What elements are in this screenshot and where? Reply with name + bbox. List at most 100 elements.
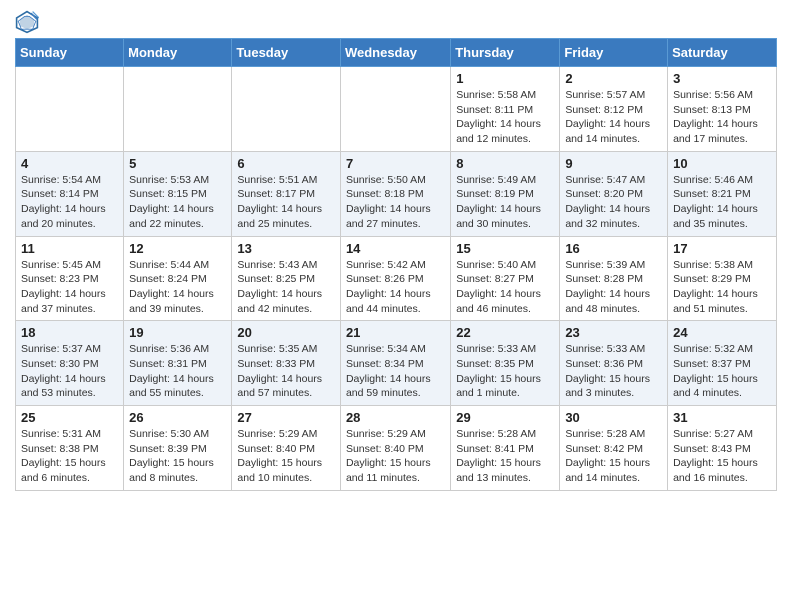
day-number: 14 <box>346 241 445 256</box>
calendar-cell: 11Sunrise: 5:45 AM Sunset: 8:23 PM Dayli… <box>16 236 124 321</box>
day-info: Sunrise: 5:49 AM Sunset: 8:19 PM Dayligh… <box>456 173 554 232</box>
day-info: Sunrise: 5:43 AM Sunset: 8:25 PM Dayligh… <box>237 258 335 317</box>
day-info: Sunrise: 5:45 AM Sunset: 8:23 PM Dayligh… <box>21 258 118 317</box>
day-number: 3 <box>673 71 771 86</box>
day-number: 19 <box>129 325 226 340</box>
calendar-cell: 30Sunrise: 5:28 AM Sunset: 8:42 PM Dayli… <box>560 406 668 491</box>
day-number: 28 <box>346 410 445 425</box>
day-number: 25 <box>21 410 118 425</box>
page-container: SundayMondayTuesdayWednesdayThursdayFrid… <box>0 0 792 506</box>
calendar-cell <box>16 67 124 152</box>
day-info: Sunrise: 5:30 AM Sunset: 8:39 PM Dayligh… <box>129 427 226 486</box>
day-number: 15 <box>456 241 554 256</box>
day-number: 29 <box>456 410 554 425</box>
calendar-week-2: 4 Sunrise: 5:54 AM Sunset: 8:14 PM Daylig… <box>16 151 777 236</box>
day-info: Sunrise: 5:50 AM Sunset: 8:18 PM Dayligh… <box>346 173 445 232</box>
logo-icon <box>15 10 39 34</box>
logo <box>15 10 43 34</box>
day-info: Sunrise: 5:35 AM Sunset: 8:33 PM Dayligh… <box>237 342 335 401</box>
day-number: 4 <box>21 156 118 171</box>
calendar-cell: 3 Sunrise: 5:56 AM Sunset: 8:13 PM Daylig… <box>668 67 777 152</box>
calendar-cell: 20 Sunrise: 5:35 AM Sunset: 8:33 PM Dayli… <box>232 321 341 406</box>
day-number: 6 <box>237 156 335 171</box>
day-info: Sunrise: 5:33 AM Sunset: 8:36 PM Dayligh… <box>565 342 662 401</box>
calendar-cell: 16 Sunrise: 5:39 AM Sunset: 8:28 PM Dayli… <box>560 236 668 321</box>
day-number: 16 <box>565 241 662 256</box>
calendar-cell: 5 Sunrise: 5:53 AM Sunset: 8:15 PM Daylig… <box>124 151 232 236</box>
header <box>15 10 777 34</box>
calendar-cell: 24 Sunrise: 5:32 AM Sunset: 8:37 PM Dayli… <box>668 321 777 406</box>
column-header-sunday: Sunday <box>16 39 124 67</box>
calendar-cell: 10 Sunrise: 5:46 AM Sunset: 8:21 PM Dayli… <box>668 151 777 236</box>
calendar-cell: 9Sunrise: 5:47 AM Sunset: 8:20 PM Daylig… <box>560 151 668 236</box>
day-info: Sunrise: 5:36 AM Sunset: 8:31 PM Dayligh… <box>129 342 226 401</box>
calendar-cell: 21 Sunrise: 5:34 AM Sunset: 8:34 PM Dayli… <box>340 321 450 406</box>
calendar-cell: 22 Sunrise: 5:33 AM Sunset: 8:35 PM Dayli… <box>451 321 560 406</box>
calendar-cell: 12 Sunrise: 5:44 AM Sunset: 8:24 PM Dayli… <box>124 236 232 321</box>
day-number: 2 <box>565 71 662 86</box>
day-number: 17 <box>673 241 771 256</box>
day-number: 22 <box>456 325 554 340</box>
column-header-tuesday: Tuesday <box>232 39 341 67</box>
day-info: Sunrise: 5:58 AM Sunset: 8:11 PM Dayligh… <box>456 88 554 147</box>
calendar-cell: 6 Sunrise: 5:51 AM Sunset: 8:17 PM Daylig… <box>232 151 341 236</box>
calendar-week-4: 18 Sunrise: 5:37 AM Sunset: 8:30 PM Dayli… <box>16 321 777 406</box>
day-number: 23 <box>565 325 662 340</box>
day-info: Sunrise: 5:46 AM Sunset: 8:21 PM Dayligh… <box>673 173 771 232</box>
day-number: 7 <box>346 156 445 171</box>
calendar-week-3: 11Sunrise: 5:45 AM Sunset: 8:23 PM Dayli… <box>16 236 777 321</box>
day-info: Sunrise: 5:53 AM Sunset: 8:15 PM Dayligh… <box>129 173 226 232</box>
day-number: 27 <box>237 410 335 425</box>
day-number: 5 <box>129 156 226 171</box>
day-info: Sunrise: 5:51 AM Sunset: 8:17 PM Dayligh… <box>237 173 335 232</box>
day-info: Sunrise: 5:44 AM Sunset: 8:24 PM Dayligh… <box>129 258 226 317</box>
calendar-cell: 2 Sunrise: 5:57 AM Sunset: 8:12 PM Daylig… <box>560 67 668 152</box>
calendar-week-5: 25 Sunrise: 5:31 AM Sunset: 8:38 PM Dayli… <box>16 406 777 491</box>
calendar-cell: 14 Sunrise: 5:42 AM Sunset: 8:26 PM Dayli… <box>340 236 450 321</box>
column-header-saturday: Saturday <box>668 39 777 67</box>
day-number: 10 <box>673 156 771 171</box>
calendar-cell: 18 Sunrise: 5:37 AM Sunset: 8:30 PM Dayli… <box>16 321 124 406</box>
calendar-cell <box>340 67 450 152</box>
day-number: 8 <box>456 156 554 171</box>
day-info: Sunrise: 5:29 AM Sunset: 8:40 PM Dayligh… <box>237 427 335 486</box>
day-number: 18 <box>21 325 118 340</box>
calendar-cell: 27 Sunrise: 5:29 AM Sunset: 8:40 PM Dayli… <box>232 406 341 491</box>
calendar-cell: 1Sunrise: 5:58 AM Sunset: 8:11 PM Daylig… <box>451 67 560 152</box>
day-number: 26 <box>129 410 226 425</box>
day-info: Sunrise: 5:56 AM Sunset: 8:13 PM Dayligh… <box>673 88 771 147</box>
day-info: Sunrise: 5:29 AM Sunset: 8:40 PM Dayligh… <box>346 427 445 486</box>
calendar-cell: 13 Sunrise: 5:43 AM Sunset: 8:25 PM Dayli… <box>232 236 341 321</box>
calendar-week-1: 1Sunrise: 5:58 AM Sunset: 8:11 PM Daylig… <box>16 67 777 152</box>
calendar-cell: 23 Sunrise: 5:33 AM Sunset: 8:36 PM Dayli… <box>560 321 668 406</box>
day-info: Sunrise: 5:42 AM Sunset: 8:26 PM Dayligh… <box>346 258 445 317</box>
day-info: Sunrise: 5:57 AM Sunset: 8:12 PM Dayligh… <box>565 88 662 147</box>
calendar-table: SundayMondayTuesdayWednesdayThursdayFrid… <box>15 38 777 491</box>
day-info: Sunrise: 5:34 AM Sunset: 8:34 PM Dayligh… <box>346 342 445 401</box>
calendar-cell: 7 Sunrise: 5:50 AM Sunset: 8:18 PM Daylig… <box>340 151 450 236</box>
day-number: 20 <box>237 325 335 340</box>
day-info: Sunrise: 5:40 AM Sunset: 8:27 PM Dayligh… <box>456 258 554 317</box>
calendar-cell: 25 Sunrise: 5:31 AM Sunset: 8:38 PM Dayli… <box>16 406 124 491</box>
day-number: 21 <box>346 325 445 340</box>
day-info: Sunrise: 5:31 AM Sunset: 8:38 PM Dayligh… <box>21 427 118 486</box>
day-number: 13 <box>237 241 335 256</box>
day-info: Sunrise: 5:37 AM Sunset: 8:30 PM Dayligh… <box>21 342 118 401</box>
calendar-cell: 19 Sunrise: 5:36 AM Sunset: 8:31 PM Dayli… <box>124 321 232 406</box>
day-number: 30 <box>565 410 662 425</box>
day-info: Sunrise: 5:54 AM Sunset: 8:14 PM Dayligh… <box>21 173 118 232</box>
day-info: Sunrise: 5:32 AM Sunset: 8:37 PM Dayligh… <box>673 342 771 401</box>
day-info: Sunrise: 5:33 AM Sunset: 8:35 PM Dayligh… <box>456 342 554 401</box>
calendar-cell: 31Sunrise: 5:27 AM Sunset: 8:43 PM Dayli… <box>668 406 777 491</box>
day-info: Sunrise: 5:39 AM Sunset: 8:28 PM Dayligh… <box>565 258 662 317</box>
calendar-cell: 29Sunrise: 5:28 AM Sunset: 8:41 PM Dayli… <box>451 406 560 491</box>
calendar-cell: 28 Sunrise: 5:29 AM Sunset: 8:40 PM Dayli… <box>340 406 450 491</box>
calendar-cell: 4 Sunrise: 5:54 AM Sunset: 8:14 PM Daylig… <box>16 151 124 236</box>
day-number: 24 <box>673 325 771 340</box>
day-info: Sunrise: 5:38 AM Sunset: 8:29 PM Dayligh… <box>673 258 771 317</box>
day-number: 12 <box>129 241 226 256</box>
column-header-wednesday: Wednesday <box>340 39 450 67</box>
day-info: Sunrise: 5:47 AM Sunset: 8:20 PM Dayligh… <box>565 173 662 232</box>
column-header-thursday: Thursday <box>451 39 560 67</box>
column-header-friday: Friday <box>560 39 668 67</box>
